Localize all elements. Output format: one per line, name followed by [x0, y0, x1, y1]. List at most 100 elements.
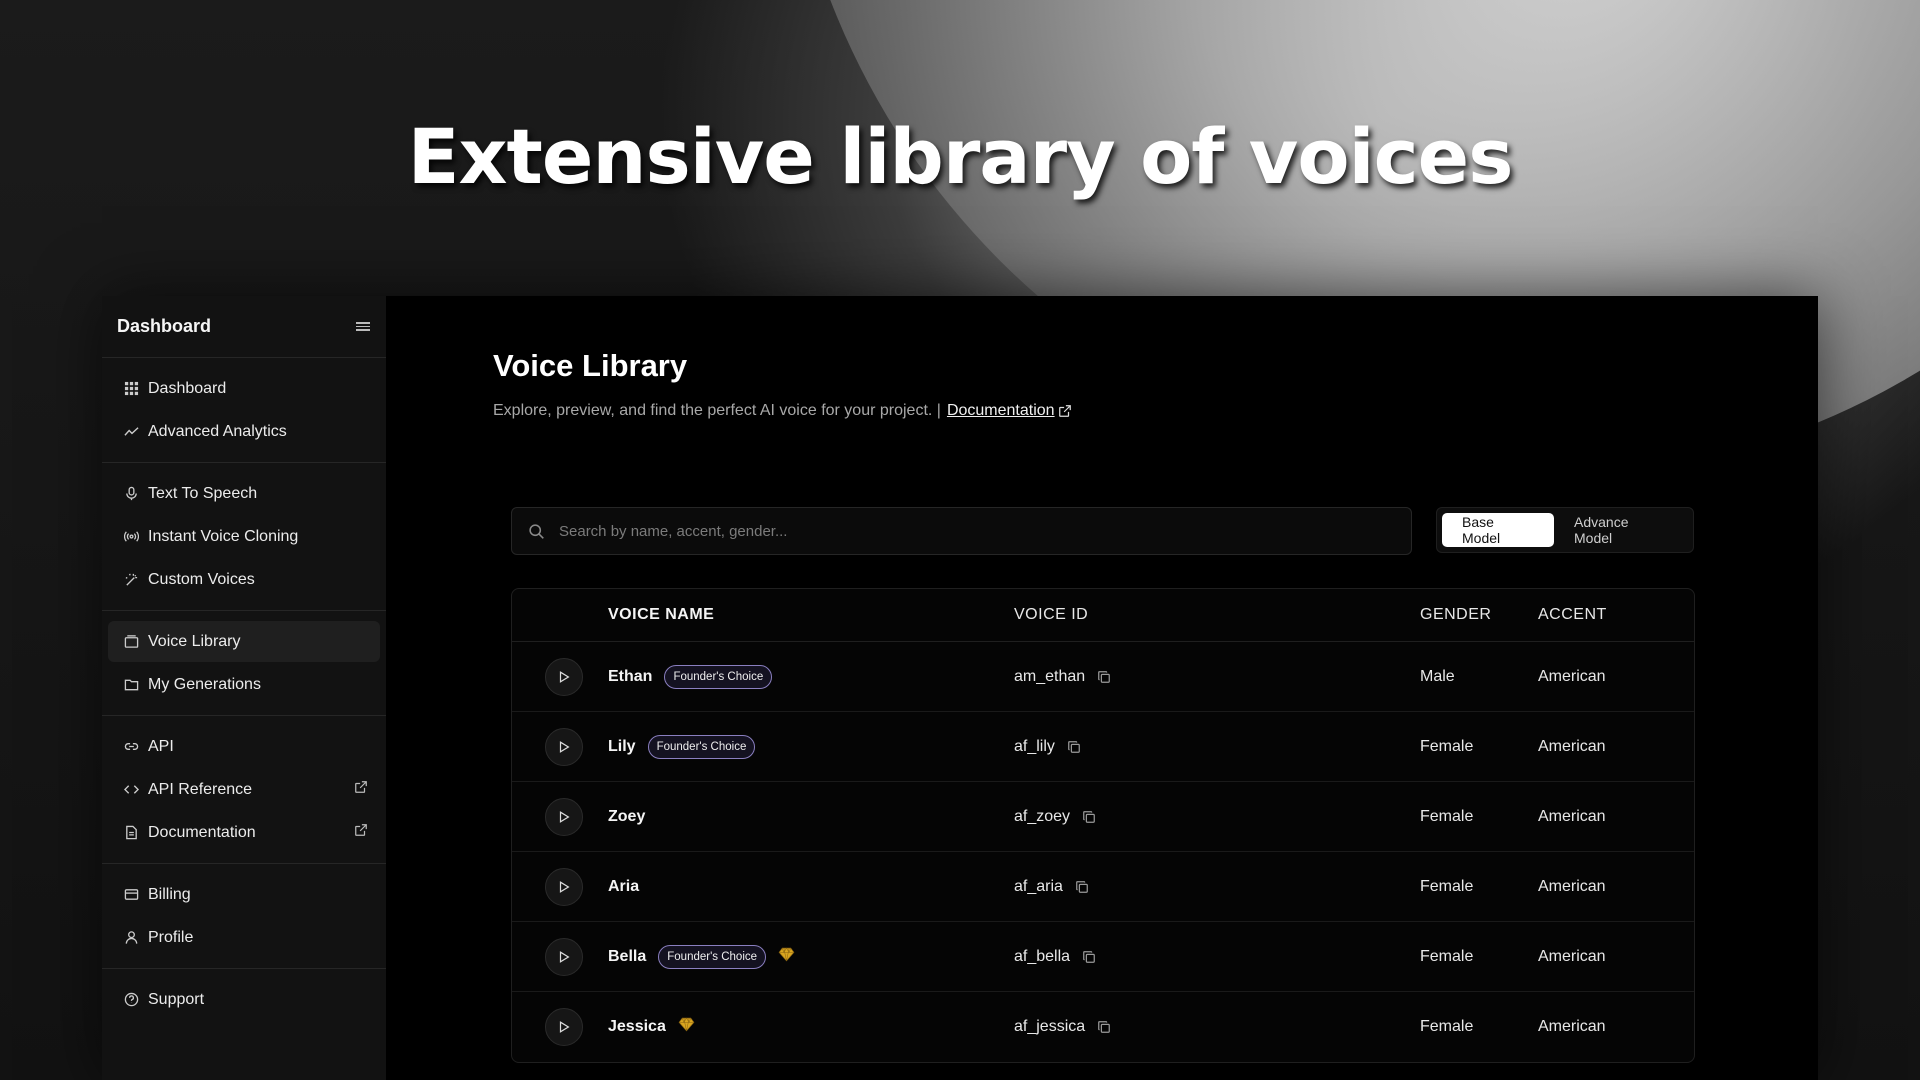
sidebar-item-my-generations[interactable]: My Generations: [108, 664, 380, 705]
library-icon: [122, 633, 140, 651]
voice-id: af_lily: [1014, 737, 1055, 755]
sidebar-group: API API Reference Documentation: [102, 716, 386, 864]
play-button[interactable]: [545, 727, 583, 766]
code-icon: [122, 781, 140, 799]
link-icon: [122, 738, 140, 756]
play-button[interactable]: [545, 867, 583, 906]
voice-accent: American: [1538, 1018, 1606, 1035]
voice-name: Bella: [608, 947, 647, 965]
documentation-link-label: Documentation: [946, 402, 1055, 419]
table-body: Ethan Founder's Choice am_ethan Male America…: [512, 642, 1694, 1062]
sidebar: Dashboard Dashboard Advanced Analytics Tex…: [102, 296, 386, 1080]
sidebar-item-label: Billing: [148, 885, 191, 903]
voice-name: Aria: [608, 877, 640, 895]
sidebar-item-label: Instant Voice Cloning: [148, 527, 299, 545]
voice-accent: American: [1538, 877, 1606, 895]
search-input[interactable]: [559, 522, 1359, 540]
play-icon: [557, 950, 571, 964]
play-icon: [557, 1020, 571, 1034]
sidebar-item-label: Voice Library: [148, 632, 241, 650]
sidebar-header: Dashboard: [102, 296, 386, 358]
copy-icon[interactable]: [1082, 950, 1096, 964]
voice-id: af_zoey: [1014, 807, 1071, 825]
sidebar-nav: Dashboard Advanced Analytics Text To Speec…: [102, 358, 386, 1030]
sidebar-item-instant-voice-cloning[interactable]: Instant Voice Cloning: [108, 516, 380, 557]
external-link-icon: [354, 780, 368, 799]
voice-name: Ethan: [608, 667, 653, 685]
user-icon: [122, 929, 140, 947]
mic-icon: [122, 485, 140, 503]
sidebar-title: Dashboard: [117, 316, 212, 336]
sidebar-item-label: API: [148, 737, 174, 755]
copy-icon[interactable]: [1075, 880, 1089, 894]
sidebar-item-custom-voices[interactable]: Custom Voices: [108, 559, 380, 600]
voice-id: af_jessica: [1014, 1018, 1086, 1035]
advance-model-option[interactable]: Advance Model: [1554, 513, 1688, 547]
play-button[interactable]: [545, 1008, 583, 1046]
copy-icon[interactable]: [1097, 1020, 1111, 1034]
sidebar-item-profile[interactable]: Profile: [108, 917, 380, 958]
sidebar-item-label: Support: [148, 990, 205, 1008]
play-button[interactable]: [545, 797, 583, 836]
voice-name: Lily: [608, 737, 636, 755]
founders-choice-badge: Founder's Choice: [658, 944, 767, 969]
sidebar-item-api-reference[interactable]: API Reference: [108, 769, 380, 810]
play-button[interactable]: [545, 657, 583, 696]
sidebar-group: Support: [102, 969, 386, 1030]
voice-id: af_bella: [1014, 947, 1071, 965]
sidebar-item-api[interactable]: API: [108, 726, 380, 767]
sidebar-item-label: Documentation: [148, 823, 256, 841]
folder-icon: [122, 676, 140, 694]
column-gender: GENDER: [1420, 606, 1492, 623]
menu-icon[interactable]: [356, 321, 370, 333]
voice-accent: American: [1538, 947, 1606, 965]
column-accent: ACCENT: [1538, 606, 1607, 623]
copy-icon[interactable]: [1082, 810, 1096, 824]
table-row: Zoey af_zoey Female American: [512, 782, 1694, 852]
voice-accent: American: [1538, 807, 1606, 825]
play-icon: [557, 810, 571, 824]
sidebar-item-label: API Reference: [148, 780, 253, 798]
sidebar-group: Voice Library My Generations: [102, 611, 386, 716]
sidebar-item-advanced-analytics[interactable]: Advanced Analytics: [108, 411, 380, 452]
voice-gender: Female: [1420, 807, 1474, 825]
page-subtitle: Explore, preview, and find the perfect A…: [493, 402, 1818, 420]
documentation-link[interactable]: Documentation: [947, 402, 1072, 420]
copy-icon[interactable]: [1067, 740, 1081, 754]
table-row: Aria af_aria Female American: [512, 852, 1694, 922]
sidebar-item-billing[interactable]: Billing: [108, 874, 380, 915]
play-icon: [557, 880, 571, 894]
page-title: Voice Library: [493, 348, 688, 383]
search-box: [511, 507, 1412, 555]
table-row: Jessica af_jessica Female American: [512, 992, 1694, 1062]
model-toggle: Base Model Advance Model: [1436, 507, 1694, 553]
founders-choice-badge: Founder's Choice: [664, 664, 773, 689]
search-icon: [529, 523, 544, 539]
trend-icon: [122, 423, 140, 441]
external-link-icon: [354, 823, 368, 842]
sidebar-item-voice-library[interactable]: Voice Library: [108, 621, 380, 662]
voice-accent: American: [1538, 737, 1606, 755]
play-button[interactable]: [545, 937, 583, 976]
sidebar-item-dashboard[interactable]: Dashboard: [108, 368, 380, 409]
voice-name: Jessica: [608, 1018, 666, 1035]
sidebar-item-label: Custom Voices: [148, 570, 255, 588]
voice-gender: Female: [1420, 1018, 1474, 1035]
grid-icon: [122, 380, 140, 398]
base-model-option[interactable]: Base Model: [1442, 513, 1554, 547]
voice-id: am_ethan: [1014, 667, 1086, 685]
document-icon: [122, 824, 140, 842]
sidebar-item-text-to-speech[interactable]: Text To Speech: [108, 473, 380, 514]
help-icon: [122, 991, 140, 1009]
headline: Extensive library of voices: [407, 112, 1514, 201]
voice-table: VOICE NAME VOICE ID GENDER ACCENT Ethan F…: [511, 588, 1695, 1063]
wand-icon: [122, 571, 140, 589]
search-row: Base Model Advance Model: [511, 507, 1695, 555]
sidebar-item-documentation[interactable]: Documentation: [108, 812, 380, 853]
voice-name: Zoey: [608, 807, 646, 825]
play-icon: [557, 670, 571, 684]
sidebar-group: Text To Speech Instant Voice Cloning Custo…: [102, 463, 386, 611]
sidebar-item-support[interactable]: Support: [108, 979, 380, 1020]
copy-icon[interactable]: [1097, 670, 1111, 684]
table-row: Ethan Founder's Choice am_ethan Male America…: [512, 642, 1694, 712]
